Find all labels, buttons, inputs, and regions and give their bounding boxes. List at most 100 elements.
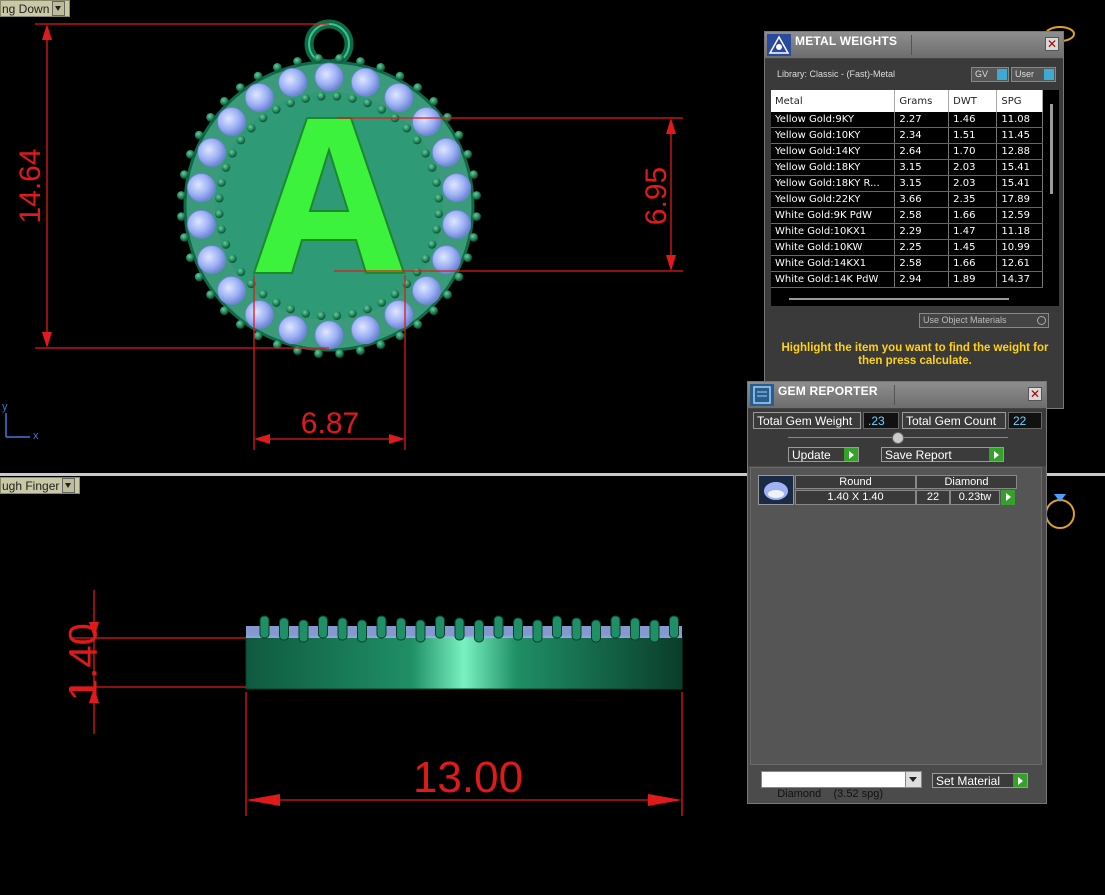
library-label: Library: Classic - (Fast)-Metal <box>777 69 896 79</box>
material-select-value: Diamond (3.52 spg) <box>777 788 884 800</box>
table-row[interactable]: White Gold:10KW 2.25 1.45 10.99 <box>771 239 1043 256</box>
column-header[interactable]: SPG <box>996 90 1043 112</box>
prong-bead <box>332 91 342 101</box>
prong-bead <box>236 83 245 92</box>
close-icon[interactable]: ✕ <box>1045 37 1059 51</box>
prong-bead <box>376 63 386 72</box>
prong <box>552 615 562 639</box>
prong-bead <box>427 163 437 172</box>
viewport-top-name: ng Down <box>2 2 50 16</box>
metal-weights-titlebar[interactable]: METAL WEIGHTS ✕ <box>765 32 1063 59</box>
table-cell: 1.70 <box>948 143 998 160</box>
metal-table: Metal Grams DWT SPG Yellow Gold:9KY 2.27 1.46… <box>771 90 1043 288</box>
table-cell: 2.58 <box>894 255 950 272</box>
gem-stone <box>431 138 461 167</box>
table-row[interactable]: Yellow Gold:14KY 2.64 1.70 12.88 <box>771 143 1043 160</box>
use-object-materials-checkbox[interactable]: Use Object Materials <box>919 313 1049 328</box>
gem-stone <box>278 67 308 97</box>
table-cell: 2.35 <box>948 191 998 208</box>
table-row[interactable]: White Gold:14KX1 2.58 1.66 12.61 <box>771 255 1043 272</box>
table-cell: White Gold:10KX1 <box>771 223 896 240</box>
table-cell: White Gold:14K PdW <box>771 271 896 288</box>
prong-bead <box>217 225 226 234</box>
material-select[interactable]: Diamond (3.52 spg) <box>761 771 922 800</box>
table-row[interactable]: Yellow Gold:10KY 2.34 1.51 11.45 <box>771 127 1043 144</box>
vertical-scrollbar[interactable] <box>1050 104 1053 194</box>
prong-bead <box>293 57 302 66</box>
prong-bead <box>429 97 438 106</box>
column-header[interactable]: Grams <box>894 90 950 112</box>
prong-bead <box>301 309 310 318</box>
gem-row-select-button[interactable] <box>1001 490 1015 505</box>
horizontal-scrollbar[interactable] <box>789 298 1009 300</box>
splitter-knob[interactable] <box>892 432 904 444</box>
table-row[interactable]: White Gold:10KX1 2.29 1.47 11.18 <box>771 223 1043 240</box>
prong-bead <box>335 54 344 63</box>
table-cell: 2.03 <box>948 159 998 176</box>
gem-stone <box>350 67 380 97</box>
prong <box>630 617 640 641</box>
gem-stone <box>197 245 227 274</box>
chevron-down-icon[interactable] <box>52 1 66 17</box>
ring-icon-2 <box>1045 499 1075 529</box>
play-arrow-icon <box>844 448 858 461</box>
chevron-down-icon[interactable] <box>62 478 76 494</box>
table-cell: 2.64 <box>894 143 950 160</box>
prong-bead <box>335 349 344 358</box>
set-material-button[interactable]: Set Material <box>932 773 1028 788</box>
prong-bead <box>377 298 387 307</box>
table-row[interactable]: Yellow Gold:9KY 2.27 1.46 11.08 <box>771 112 1043 128</box>
prong-bead <box>395 331 405 341</box>
gem-stone <box>217 276 246 305</box>
gem-stone <box>244 300 274 329</box>
prong-bead <box>194 272 204 282</box>
table-row[interactable]: White Gold:9K PdW 2.58 1.66 12.59 <box>771 207 1043 224</box>
dim-thickness: 1.40 <box>62 623 106 701</box>
round-gem-icon[interactable] <box>758 475 794 505</box>
prong-bead <box>180 233 189 242</box>
prong-bead <box>271 105 281 114</box>
viewport-bottom-label[interactable]: ugh Finger <box>0 477 81 494</box>
prong <box>337 617 348 641</box>
prong <box>357 619 367 643</box>
table-row[interactable]: White Gold:14K PdW 2.94 1.89 14.37 <box>771 271 1043 288</box>
prong <box>591 619 601 643</box>
prong-bead <box>412 135 422 145</box>
user-toggle[interactable]: User <box>1011 67 1056 82</box>
table-row[interactable]: Yellow Gold:18KY R... 3.15 2.03 15.41 <box>771 175 1043 192</box>
prong-bead <box>217 178 226 187</box>
prong-bead <box>314 54 323 63</box>
dim-pendant-height: 14.64 <box>14 148 47 223</box>
prong-bead <box>194 130 204 140</box>
table-cell: White Gold:10KW <box>771 239 896 256</box>
prong-bead <box>469 170 478 179</box>
prong-bead <box>286 98 295 108</box>
save-report-button[interactable]: Save Report <box>881 447 1004 462</box>
prong <box>318 615 328 639</box>
gem-reporter-titlebar[interactable]: GEM REPORTER ✕ <box>748 382 1046 409</box>
update-button[interactable]: Update <box>788 447 859 462</box>
table-cell: 1.51 <box>948 127 998 144</box>
table-cell: Yellow Gold:18KY R... <box>771 175 896 192</box>
prong-bead <box>186 149 195 159</box>
prong-bead <box>271 298 281 307</box>
prong-bead <box>472 212 481 221</box>
prong-bead <box>177 191 186 200</box>
table-cell: Yellow Gold:22KY <box>771 191 896 208</box>
chevron-down-icon[interactable] <box>905 772 921 787</box>
table-row[interactable]: Yellow Gold:18KY 3.15 2.03 15.41 <box>771 159 1043 176</box>
viewport-top-label[interactable]: ng Down <box>0 0 71 17</box>
prong <box>415 619 426 643</box>
prong-bead <box>314 349 323 358</box>
gem-stone <box>412 276 441 305</box>
gem-stone <box>431 245 461 274</box>
gem-shape: Round <box>795 475 916 489</box>
prong-bead <box>348 309 357 318</box>
table-row[interactable]: Yellow Gold:22KY 3.66 2.35 17.89 <box>771 191 1043 208</box>
close-icon[interactable]: ✕ <box>1028 387 1042 401</box>
column-header[interactable]: DWT <box>948 90 998 112</box>
prong-bead <box>434 209 444 219</box>
gv-toggle[interactable]: GV <box>971 67 1009 82</box>
column-header[interactable]: Metal <box>771 90 896 112</box>
table-cell: 15.41 <box>996 175 1043 192</box>
